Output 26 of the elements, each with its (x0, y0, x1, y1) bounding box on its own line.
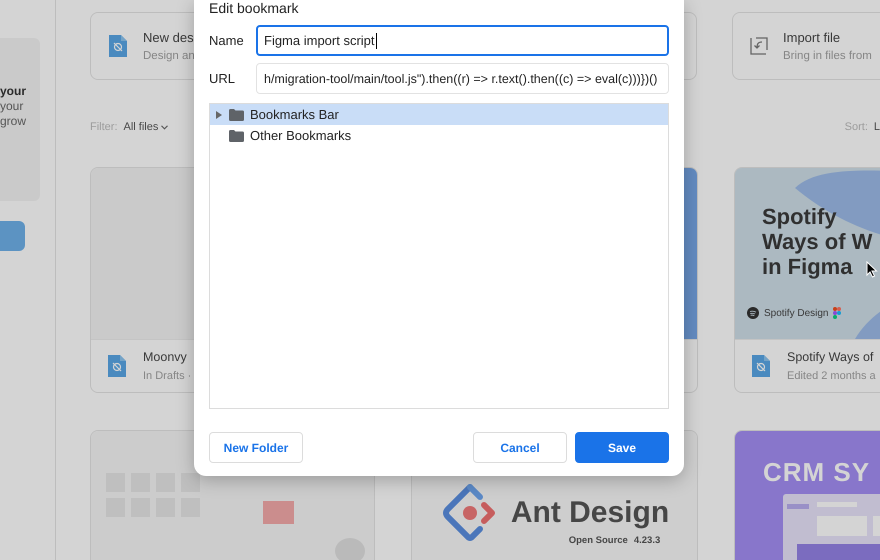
brand-label: Spotify Design (764, 308, 828, 318)
file-title: Moonvy (143, 348, 188, 366)
promo-title: your (0, 84, 28, 99)
action-subtitle: Bring in files from (783, 48, 872, 64)
thumbnail-title: CRM SY (763, 457, 872, 488)
filter-label: Filter: (90, 121, 118, 133)
thumbnail-caption: Open Source (568, 535, 628, 546)
file-title: Spotify Ways of (787, 348, 874, 366)
thumbnail-title: Ant Design (510, 496, 670, 530)
action-title: New des (143, 28, 195, 46)
folder-label: Other Bookmarks (250, 128, 352, 143)
thumbnail-title: Ways of W (762, 229, 872, 254)
promo-text: grow (0, 114, 28, 129)
action-title: Import file (783, 28, 842, 46)
promo-text: your (0, 99, 24, 114)
version-label: 4.23.3 (634, 535, 660, 546)
sort-label: Sort: (844, 121, 868, 133)
thumbnail-title: Spotify (762, 204, 837, 229)
dialog-title: Edit bookmark (209, 0, 300, 16)
thumbnail-title: in Figma (762, 254, 852, 279)
folder-label: Bookmarks Bar (250, 107, 339, 122)
field-label: Name (209, 33, 245, 48)
action-subtitle: Design an (143, 48, 195, 64)
file-subtitle: Edited 2 months a (787, 368, 876, 384)
field-label: URL (209, 71, 236, 86)
file-subtitle: In Drafts · (143, 368, 192, 384)
